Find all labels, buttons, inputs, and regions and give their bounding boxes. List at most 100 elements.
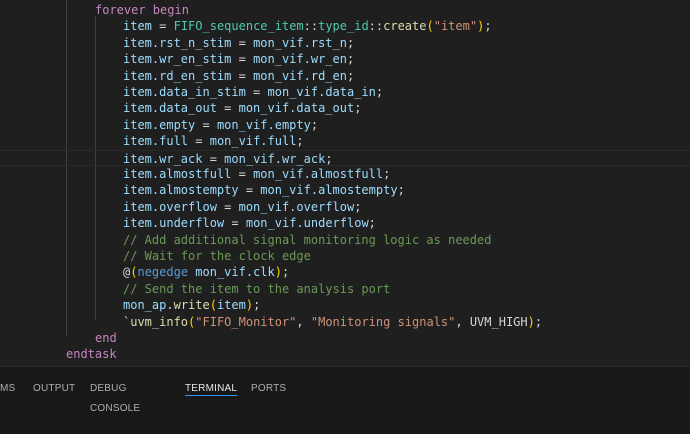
code-token: = [238,183,261,198]
code-line[interactable]: item.rd_en_stim = mon_vif.rd_en; [0,68,690,84]
code-line[interactable]: endtask [0,346,690,362]
code-token: , [296,314,311,329]
code-token: = [224,216,246,231]
code-token: ) [245,298,254,313]
code-token: ; [484,19,492,34]
code-token: mon_vif.underflow [245,216,369,231]
code-token: ; [534,314,543,329]
code-token: item.almostfull [123,167,232,181]
code-token: mon_vif.almostempty [260,183,398,198]
code-token: "FIFO_Monitor" [195,314,297,329]
code-token: ( [209,298,217,313]
code-token: item.rst_n_stim [123,35,232,50]
code-token: item.underflow [123,216,225,231]
code-token: = [231,68,254,83]
tab-output[interactable]: OUTPUT [33,379,75,399]
code-token: mon_vif.wr_ack [224,151,326,166]
code-token: FIFO_sequence_item [173,19,304,34]
code-token: = [216,199,239,214]
code-token: = [231,52,254,67]
code-token: = [231,35,254,50]
code-token: type_id [318,19,369,34]
code-token: . [166,298,174,313]
code-line[interactable]: item.underflow = mon_vif.underflow; [0,215,690,231]
code-token: ; [397,183,405,198]
code-token: :: [303,19,319,34]
code-token: = [245,85,268,99]
code-line[interactable]: @(negedge mon_vif.clk); [0,264,690,280]
code-token: mon_vif.clk [188,265,275,280]
code-line[interactable]: item.full = mon_vif.full; [0,133,690,149]
code-line[interactable]: item.almostfull = mon_vif.almostfull; [0,166,690,182]
code-token: = [202,151,225,166]
code-token: ; [325,151,333,166]
code-token: "item" [433,19,478,34]
code-token: ; [354,199,362,214]
code-token: mon_vif.empty [216,117,311,132]
code-token: item.wr_en_stim [123,52,232,67]
code-token: , [455,314,470,329]
code-line[interactable]: item.rst_n_stim = mon_vif.rst_n; [0,35,690,51]
code-token: `uvm_info [123,314,189,329]
code-token: ; [281,265,290,280]
code-token: mon_vif.data_in [267,85,376,99]
tab-ports[interactable]: PORTS [251,379,286,399]
code-token: "Monitoring signals" [310,314,456,329]
code-token: = [195,117,217,132]
code-token: ( [426,19,434,34]
code-line[interactable]: // Add additional signal monitoring logi… [0,232,690,248]
code-line[interactable]: item = FIFO_sequence_item::type_id::crea… [0,18,690,34]
code-line[interactable]: mon_ap.write(item); [0,297,690,313]
tab-terminal[interactable]: TERMINAL [185,379,238,399]
code-token: ; [253,298,261,313]
code-token: ; [346,35,355,50]
code-token: = [151,19,174,34]
code-token: item.data_in_stim [123,85,246,99]
code-line[interactable]: item.wr_ack = mon_vif.wr_ack; [0,149,690,166]
tab-problems[interactable]: MS [0,379,15,399]
code-token: end [95,331,117,345]
code-token: item.wr_ack [123,151,203,166]
code-token: mon_vif.rst_n [253,35,347,50]
code-line[interactable]: // Send the item to the analysis port [0,281,690,297]
tab-debug-console[interactable]: DEBUG CONSOLE [90,379,140,414]
code-token: item.empty [123,117,196,132]
code-token: ; [354,101,362,116]
code-token: item.almostempty [123,183,239,198]
code-token: ) [274,265,282,280]
code-token: endtask [66,347,117,362]
code-line[interactable]: item.wr_en_stim = mon_vif.wr_en; [0,51,690,67]
code-token: = [216,101,239,116]
code-line[interactable]: forever begin [0,2,690,18]
code-token: item.rd_en_stim [123,68,232,83]
code-line[interactable]: item.almostempty = mon_vif.almostempty; [0,182,690,198]
code-token: mon_vif.data_out [238,101,355,116]
code-line[interactable]: item.data_out = mon_vif.data_out; [0,100,690,116]
code-token: ; [310,117,319,132]
code-token: mon_vif.almostfull [253,167,384,181]
code-token: UVM_HIGH [469,314,528,329]
code-token: mon_ap [123,298,167,313]
code-line[interactable]: item.empty = mon_vif.empty; [0,117,690,133]
code-token: = [231,167,254,181]
code-token: ; [296,134,304,149]
code-line[interactable]: // Wait for the clock edge [0,248,690,264]
code-line[interactable]: `uvm_info("FIFO_Monitor", "Monitoring si… [0,314,690,330]
bottom-panel: MS OUTPUT DEBUG CONSOLE TERMINAL PORTS [0,366,690,434]
code-token: = [188,134,210,149]
code-editor[interactable]: forever begin item = FIFO_sequence_item::… [0,0,690,366]
code-line[interactable]: item.overflow = mon_vif.overflow; [0,199,690,215]
code-token: ; [346,52,355,67]
code-token: :: [368,19,384,34]
code-token: mon_vif.rd_en [253,68,347,83]
code-token: create [383,19,427,34]
code-token: ; [375,85,384,99]
code-token: write [173,298,210,313]
code-line[interactable]: item.data_in_stim = mon_vif.data_in; [0,84,690,100]
code-line[interactable]: end [0,330,690,346]
code-token: mon_vif.full [209,134,297,149]
code-token: item.full [123,134,189,149]
code-token: item [123,19,152,34]
code-token: ; [368,216,376,231]
code-token: item.overflow [123,199,217,214]
